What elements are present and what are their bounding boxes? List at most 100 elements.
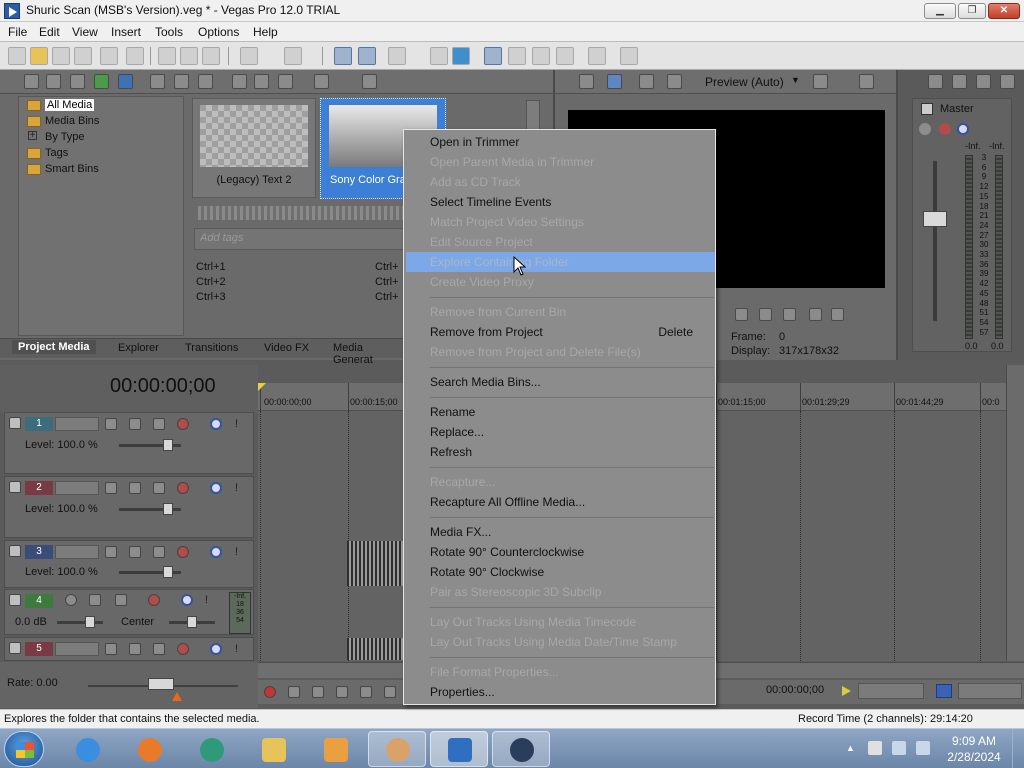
solo-icon[interactable]: !	[235, 546, 247, 558]
rate-slider-handle[interactable]	[148, 678, 174, 690]
tab-video-fx[interactable]: Video FX	[264, 342, 309, 354]
menu-edit[interactable]: Edit	[39, 25, 60, 39]
compositing-mode-icon[interactable]	[153, 418, 165, 430]
rewind-icon[interactable]	[809, 308, 822, 321]
mute-icon[interactable]	[210, 546, 222, 558]
master-mute-icon[interactable]	[957, 123, 969, 135]
video-track-1[interactable]: 1 ! Level: 100.0 %	[4, 412, 254, 474]
media-thumb-legacy-text[interactable]: (Legacy) Text 2	[192, 98, 316, 198]
microphone-icon[interactable]	[746, 685, 758, 697]
menu-options[interactable]: Options	[198, 25, 239, 39]
menu-item-recapture[interactable]: Recapture...	[406, 472, 715, 492]
track-fx-icon[interactable]	[115, 594, 127, 606]
mute-icon[interactable]	[181, 594, 193, 606]
cut-icon[interactable]	[158, 47, 176, 65]
tree-item-smart-bins[interactable]: Smart Bins	[27, 163, 99, 178]
undo-icon[interactable]	[240, 47, 258, 65]
mute-icon[interactable]	[210, 643, 222, 655]
media-properties-icon[interactable]	[198, 74, 213, 89]
master-gear-icon[interactable]	[939, 123, 951, 135]
close-button[interactable]: ✕	[988, 3, 1020, 19]
level-slider-handle[interactable]	[163, 503, 173, 515]
menu-item-remove-from-current-bin[interactable]: Remove from Current Bin	[406, 302, 715, 322]
paste-icon[interactable]	[202, 47, 220, 65]
taskbar-explorer[interactable]	[244, 731, 302, 767]
menu-item-replace[interactable]: Replace...	[406, 422, 715, 442]
stop-preview-icon[interactable]	[254, 74, 269, 89]
snapshot-icon[interactable]	[936, 684, 952, 698]
track-expand-icon[interactable]	[9, 642, 21, 654]
level-slider[interactable]	[119, 439, 181, 451]
menu-tools[interactable]: Tools	[155, 25, 183, 39]
redo-icon[interactable]	[284, 47, 302, 65]
mute-icon[interactable]	[210, 482, 222, 494]
cursor-time-display[interactable]: 00:00:00;00	[764, 683, 834, 699]
play-preview-icon[interactable]	[452, 47, 470, 65]
loop-marker-icon[interactable]	[258, 383, 266, 391]
clock-time[interactable]: 9:09 AM	[944, 734, 1004, 748]
master-fx-icon[interactable]	[928, 74, 943, 89]
loop-playback-icon[interactable]	[288, 686, 300, 698]
menu-item-remove-from-project[interactable]: Remove from Project Delete	[406, 322, 715, 342]
taskbar-media[interactable]	[306, 731, 364, 767]
solo-icon[interactable]: !	[235, 418, 247, 430]
selection-end-field[interactable]	[958, 683, 1022, 699]
track-motion-icon[interactable]	[105, 418, 117, 430]
menu-insert[interactable]: Insert	[111, 25, 141, 39]
open-folder-icon[interactable]	[30, 47, 48, 65]
menu-item-file-format-properties[interactable]: File Format Properties...	[406, 662, 715, 682]
invert-phase-icon[interactable]	[89, 594, 101, 606]
tab-explorer[interactable]: Explorer	[118, 342, 159, 354]
timeline-event[interactable]	[347, 541, 403, 586]
marker-icon[interactable]	[842, 686, 851, 696]
menu-item-lay-out-tracks-timecode[interactable]: Lay Out Tracks Using Media Timecode	[406, 612, 715, 632]
tree-item-by-type[interactable]: + By Type	[28, 131, 85, 146]
tray-expand-icon[interactable]: ▲	[846, 743, 855, 753]
menu-item-rename[interactable]: Rename	[406, 402, 715, 422]
views-dropdown-icon[interactable]	[314, 74, 329, 89]
menu-item-properties[interactable]: Properties...	[406, 682, 715, 702]
track-motion-icon[interactable]	[105, 643, 117, 655]
track-name-field[interactable]	[55, 481, 99, 495]
compositing-mode-icon[interactable]	[153, 643, 165, 655]
overlays-icon[interactable]	[813, 74, 828, 89]
get-media-web-icon[interactable]	[94, 74, 109, 89]
menu-item-edit-source-project[interactable]: Edit Source Project	[406, 232, 715, 252]
save-as-icon[interactable]	[74, 47, 92, 65]
media-fx-icon[interactable]	[174, 74, 189, 89]
selection-tool-icon[interactable]	[388, 47, 406, 65]
master-fx-strip-icon[interactable]	[919, 123, 931, 135]
menu-item-search-media-bins[interactable]: Search Media Bins...	[406, 372, 715, 392]
ignore-grouping-icon[interactable]	[556, 47, 574, 65]
preview-fx-icon[interactable]	[639, 74, 654, 89]
properties-icon[interactable]	[126, 47, 144, 65]
pan-slider[interactable]	[169, 616, 215, 628]
menu-view[interactable]: View	[72, 25, 98, 39]
search-icon[interactable]	[362, 74, 377, 89]
menu-item-match-project-video-settings[interactable]: Match Project Video Settings	[406, 212, 715, 232]
play-from-start-icon[interactable]	[312, 686, 324, 698]
menu-item-open-parent-media-in-trimmer[interactable]: Open Parent Media in Trimmer	[406, 152, 715, 172]
track-gear-icon[interactable]	[177, 418, 189, 430]
master-fader-handle[interactable]	[923, 211, 947, 227]
selection-length-field[interactable]	[858, 683, 924, 699]
minimize-button[interactable]: ▁	[924, 3, 956, 19]
menu-file[interactable]: File	[8, 25, 27, 39]
copy-icon[interactable]	[180, 47, 198, 65]
volume-slider-handle[interactable]	[85, 616, 95, 628]
add-tags-input[interactable]: Add tags	[194, 228, 406, 250]
compositing-mode-icon[interactable]	[153, 482, 165, 494]
auto-crossfade-icon[interactable]	[508, 47, 526, 65]
track-gear-icon[interactable]	[177, 643, 189, 655]
next-frame-icon[interactable]	[783, 308, 796, 321]
compositing-mode-icon[interactable]	[153, 546, 165, 558]
track-expand-icon[interactable]	[9, 481, 21, 493]
envelope-tool-icon[interactable]	[358, 47, 376, 65]
pan-slider-handle[interactable]	[187, 616, 197, 628]
menu-item-remove-and-delete-files[interactable]: Remove from Project and Delete File(s)	[406, 342, 715, 362]
volume-icon[interactable]	[916, 741, 930, 755]
snapping-icon[interactable]	[484, 47, 502, 65]
track-motion-icon[interactable]	[105, 546, 117, 558]
video-track-5[interactable]: 5 !	[4, 637, 254, 661]
track-name-field[interactable]	[55, 545, 99, 559]
